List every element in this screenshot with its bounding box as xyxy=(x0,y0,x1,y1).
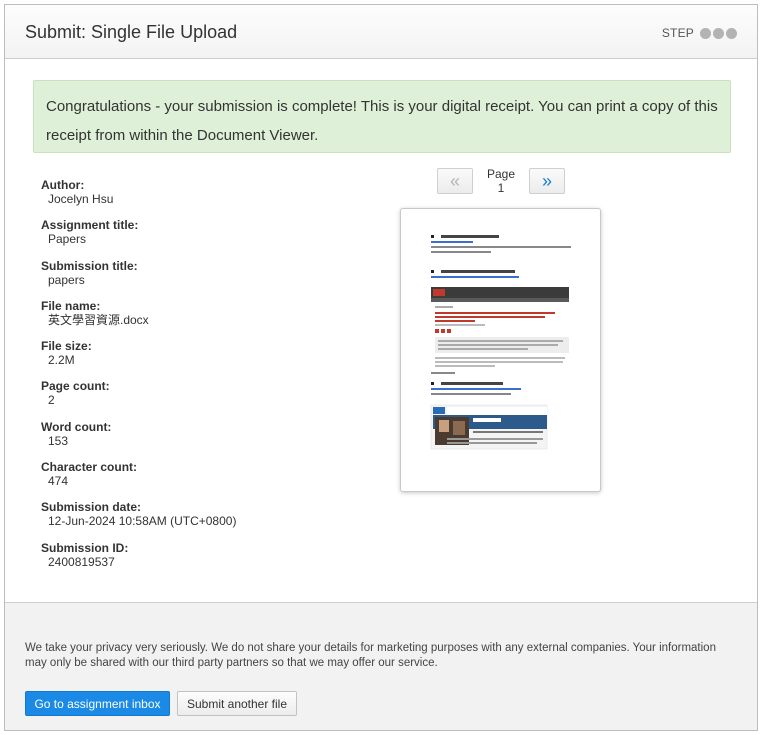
detail-character-count: Character count: 474 xyxy=(41,460,361,500)
double-chevron-left-icon: « xyxy=(449,171,460,191)
detail-label: File size: xyxy=(41,339,92,354)
success-message: Congratulations - your submission is com… xyxy=(33,80,731,153)
step-dot-1 xyxy=(700,27,711,39)
detail-value: 2.2M xyxy=(48,353,75,368)
document-preview-image xyxy=(430,235,571,450)
panel-header: Submit: Single File Upload STEP xyxy=(5,5,757,59)
detail-submission-title: Submission title: papers xyxy=(41,259,361,299)
step-dot-2 xyxy=(713,27,724,39)
page-title: Submit: Single File Upload xyxy=(25,22,238,42)
submission-details: Author: Jocelyn Hsu Assignment title: Pa… xyxy=(41,178,361,581)
detail-label: File name: xyxy=(41,298,101,313)
step-indicator: STEP xyxy=(662,26,737,40)
step-label: STEP xyxy=(661,26,694,40)
document-pager: « Page 1 » xyxy=(437,167,565,195)
detail-label: Author: xyxy=(41,178,85,192)
detail-label: Assignment title: xyxy=(41,218,139,233)
document-thumbnail[interactable] xyxy=(400,208,601,492)
detail-value: 474 xyxy=(48,474,69,489)
step-dot-3 xyxy=(726,27,737,39)
submission-panel: Submit: Single File Upload STEP Congratu… xyxy=(4,4,758,731)
next-page-button[interactable]: » xyxy=(529,168,565,194)
detail-value: 153 xyxy=(48,433,69,448)
detail-page-count: Page count: 2 xyxy=(41,379,361,419)
detail-assignment-title: Assignment title: Papers xyxy=(41,218,361,258)
detail-label: Word count: xyxy=(41,419,112,434)
go-to-assignment-inbox-button[interactable]: Go to assignment inbox xyxy=(25,691,170,716)
detail-value: Papers xyxy=(48,232,87,247)
detail-value: Jocelyn Hsu xyxy=(48,192,114,206)
detail-label: Page count: xyxy=(41,379,110,394)
page-indicator: Page 1 xyxy=(486,167,516,195)
detail-value: 2400819537 xyxy=(48,554,115,569)
double-chevron-right-icon: » xyxy=(541,171,552,191)
submit-another-file-button[interactable]: Submit another file xyxy=(177,691,297,716)
detail-label: Submission date: xyxy=(41,500,142,515)
previous-page-button[interactable]: « xyxy=(437,168,473,194)
detail-word-count: Word count: 153 xyxy=(41,420,361,460)
panel-footer: We take your privacy very seriously. We … xyxy=(5,602,757,730)
detail-file-size: File size: 2.2M xyxy=(41,339,361,379)
detail-value: 英文學習資源.docx xyxy=(48,312,149,327)
detail-value: 2 xyxy=(48,393,55,408)
detail-label: Character count: xyxy=(41,460,138,475)
detail-value: 12-Jun-2024 10:58AM (UTC+0800) xyxy=(48,514,237,529)
detail-author: Author: Jocelyn Hsu xyxy=(41,178,361,218)
detail-submission-id: Submission ID: 2400819537 xyxy=(41,541,361,581)
detail-file-name: File name: 英文學習資源.docx xyxy=(41,299,361,339)
detail-label: Submission ID: xyxy=(41,540,129,555)
detail-value: papers xyxy=(48,272,85,287)
detail-label: Submission title: xyxy=(41,258,138,273)
privacy-notice: We take your privacy very seriously. We … xyxy=(25,642,716,669)
detail-submission-date: Submission date: 12-Jun-2024 10:58AM (UT… xyxy=(41,500,361,540)
